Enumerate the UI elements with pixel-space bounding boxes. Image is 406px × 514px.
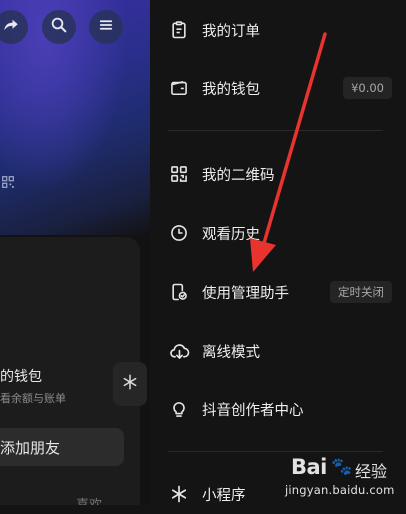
menu-item-label: 使用管理助手 (202, 285, 289, 302)
menu-item-wallet[interactable]: 我的钱包 ¥0.00 (150, 68, 406, 108)
section-divider (168, 451, 383, 452)
wallet-subtitle: 看余额与账单 (0, 392, 66, 405)
menu-item-label: 我的钱包 (202, 81, 260, 98)
asterisk-icon (168, 483, 190, 505)
add-friend-label: 添加朋友 (0, 438, 61, 457)
search-icon (50, 16, 68, 38)
wallet-icon (168, 77, 190, 99)
menu-item-label: 我的二维码 (202, 167, 275, 184)
share-icon (2, 16, 20, 38)
wallet-title[interactable]: 的钱包 (0, 366, 42, 386)
menu-item-usage-assistant[interactable]: 使用管理助手 定时关闭 (150, 272, 406, 312)
clock-icon (168, 222, 190, 244)
wallet-balance-badge: ¥0.00 (343, 77, 392, 99)
section-divider (168, 130, 383, 131)
add-friend-button[interactable]: 添加朋友 (0, 428, 124, 466)
search-button[interactable] (42, 10, 76, 44)
menu-item-label: 观看历史 (202, 226, 260, 243)
menu-item-qr-code[interactable]: 我的二维码 (150, 154, 406, 194)
cloud-download-icon (168, 340, 190, 362)
profile-panel-peek: 的钱包 看余额与账单 添加朋友 喜欢 (0, 0, 150, 505)
side-drawer-menu: 我的订单 我的钱包 ¥0.00 我的二维码 观看历史 使用管理助手 定时关闭 离… (150, 0, 406, 505)
timer-off-badge[interactable]: 定时关闭 (330, 281, 392, 303)
lightbulb-icon (168, 398, 190, 420)
hamburger-menu-icon (97, 16, 115, 38)
watermark-brand-cn: 经验 (355, 462, 388, 481)
qr-code-icon (168, 163, 190, 185)
paw-icon: 🐾 (331, 457, 353, 477)
mini-program-shortcut[interactable] (113, 362, 147, 406)
menu-item-creator-center[interactable]: 抖音创作者中心 (150, 389, 406, 429)
menu-item-label: 离线模式 (202, 344, 260, 361)
qr-code-icon[interactable] (2, 173, 14, 192)
menu-item-orders[interactable]: 我的订单 (150, 10, 406, 50)
clipboard-icon (168, 19, 190, 41)
watermark-brand: Bai (291, 455, 327, 479)
asterisk-icon (121, 373, 139, 395)
watermark-url: jingyan.baidu.com (285, 483, 395, 497)
menu-item-watch-history[interactable]: 观看历史 (150, 213, 406, 253)
menu-item-label: 小程序 (202, 487, 246, 504)
menu-item-label: 抖音创作者中心 (202, 402, 304, 419)
menu-button[interactable] (89, 10, 123, 44)
menu-item-label: 我的订单 (202, 23, 260, 40)
menu-item-offline-mode[interactable]: 离线模式 (150, 331, 406, 371)
likes-tab[interactable]: 喜欢 (76, 494, 102, 505)
phone-check-icon (168, 281, 190, 303)
baidu-jingyan-watermark: Bai 🐾 经验 jingyan.baidu.com (285, 455, 403, 503)
